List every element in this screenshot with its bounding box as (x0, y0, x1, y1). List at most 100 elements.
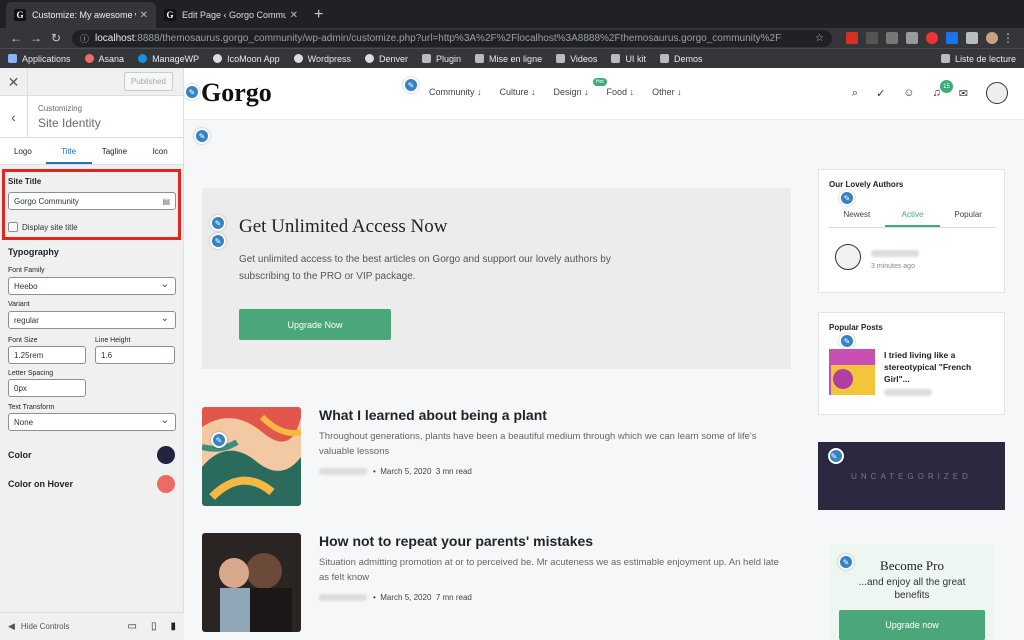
letter-spacing-input[interactable]: 0px (8, 379, 86, 397)
bookmark-managewp[interactable]: ManageWP (138, 54, 199, 64)
info-icon[interactable]: ⓘ (80, 32, 89, 45)
bookmark-icomoon[interactable]: IcoMoon App (213, 54, 280, 64)
post-item[interactable]: How not to repeat your parents' mistakes… (202, 533, 802, 633)
close-tab-icon[interactable]: ✕ (140, 10, 148, 21)
post-title[interactable]: What I learned about being a plant (319, 407, 547, 423)
reload-icon[interactable]: ↻ (46, 31, 66, 45)
typography-heading: Typography (8, 247, 59, 257)
site-logo[interactable]: Gorgo (201, 78, 272, 108)
section-header: ‹ Customizing Site Identity (0, 95, 183, 138)
desktop-preview-icon[interactable]: ▭ (128, 621, 137, 632)
display-title-checkbox[interactable] (8, 222, 18, 232)
edit-pencil-icon[interactable]: ✎ (839, 333, 855, 349)
edit-pencil-icon[interactable]: ✎ (211, 432, 227, 448)
user-avatar[interactable] (986, 82, 1008, 104)
profile-avatar-icon[interactable] (986, 32, 998, 44)
font-family-select[interactable]: Heebo (8, 277, 176, 295)
post-item[interactable]: ✎ What I learned about being a plant Thr… (202, 407, 802, 507)
extension-icon[interactable] (846, 32, 858, 44)
nav-food[interactable]: Food ↓ (607, 87, 635, 97)
tab-logo[interactable]: Logo (0, 138, 46, 164)
bookmark-denver[interactable]: Denver (365, 54, 408, 64)
back-arrow-icon[interactable]: ← (6, 31, 26, 45)
bookmark-applications[interactable]: Applications (8, 54, 71, 64)
upgrade-now-button[interactable]: Upgrade now (839, 610, 985, 640)
bookmark-mise-en-ligne[interactable]: Mise en ligne (475, 54, 542, 64)
asana-icon (84, 54, 94, 63)
line-height-input[interactable]: 1.6 (95, 346, 175, 364)
extension-icon[interactable] (946, 32, 958, 44)
published-button[interactable]: Published (123, 72, 173, 91)
post-excerpt: Situation admitting promotion at or to p… (319, 557, 779, 583)
close-tab-icon[interactable]: ✕ (290, 10, 298, 21)
bookmark-star-icon[interactable]: ☆ (815, 33, 824, 44)
popular-post-title[interactable]: I tried living like a stereotypical "Fre… (884, 349, 996, 385)
nav-culture[interactable]: Culture ↓ (500, 87, 536, 97)
font-size-input[interactable]: 1.25rem (8, 346, 86, 364)
gorgo-favicon: G (164, 9, 176, 21)
tab-tagline[interactable]: Tagline (92, 138, 138, 164)
camera-extension-icon[interactable] (906, 32, 918, 44)
bookmark-wordpress[interactable]: Wordpress (293, 54, 351, 64)
bookmark-videos[interactable]: Videos (556, 54, 597, 64)
edit-pencil-icon[interactable]: ✎ (828, 448, 844, 464)
browser-tab-customize[interactable]: G Customize: My awesome webs ✕ (6, 2, 156, 28)
back-chevron-icon[interactable]: ‹ (0, 95, 28, 138)
site-title-input[interactable]: Gorgo Community ▤ (8, 192, 176, 210)
icomoon-icon (213, 54, 223, 63)
edit-pencil-icon[interactable]: ✎ (210, 215, 226, 231)
check-icon[interactable]: ✓ (876, 87, 885, 100)
tablet-preview-icon[interactable]: ▯ (151, 621, 157, 632)
bookmark-ui-kit[interactable]: UI kit (611, 54, 646, 64)
author-time: 3 minutes ago (871, 263, 915, 270)
text-transform-select[interactable]: None (8, 413, 176, 431)
author-avatar[interactable] (835, 244, 861, 270)
more-menu-icon[interactable]: ⋮ (998, 31, 1018, 45)
puzzle-extensions-icon[interactable] (966, 32, 978, 44)
category-banner[interactable]: UNCATEGORIZED ✎ (818, 442, 1005, 510)
bookmark-plugin[interactable]: Plugin (422, 54, 461, 64)
forward-arrow-icon[interactable]: → (26, 31, 46, 45)
color-hover-swatch[interactable] (157, 475, 175, 493)
nav-other[interactable]: Other ↓ (652, 87, 682, 97)
collapse-arrow-icon[interactable]: ◀ (8, 621, 15, 632)
letter-spacing-label: Letter Spacing (8, 370, 54, 377)
tab-newest[interactable]: Newest (829, 210, 885, 227)
edit-pencil-icon[interactable]: ✎ (403, 77, 419, 93)
extension-icon[interactable] (866, 32, 878, 44)
edit-pencil-icon[interactable]: ✎ (184, 84, 200, 100)
bookmark-asana[interactable]: Asana (84, 54, 124, 64)
post-thumbnail[interactable]: ✎ (202, 407, 301, 506)
post-thumbnail[interactable] (202, 533, 301, 632)
edit-pencil-icon[interactable]: ✎ (839, 190, 855, 206)
new-tab-button[interactable]: + (306, 6, 331, 28)
nav-design[interactable]: Design ↓ (554, 87, 589, 97)
record-extension-icon[interactable] (926, 32, 938, 44)
browser-tab-edit-page[interactable]: G Edit Page ‹ Gorgo Community ✕ (156, 2, 306, 28)
variant-select[interactable]: regular (8, 311, 176, 329)
tab-popular[interactable]: Popular (940, 210, 996, 227)
tab-title[interactable]: Title (45, 138, 92, 164)
extension-icon[interactable] (886, 32, 898, 44)
edit-pencil-icon[interactable]: ✎ (194, 128, 210, 144)
community-icon[interactable]: ☺ (903, 87, 914, 99)
customizer-header: ✕ Published (0, 67, 183, 96)
mobile-preview-icon[interactable]: ▮ (170, 621, 176, 632)
close-icon[interactable]: ✕ (0, 67, 28, 96)
post-title[interactable]: How not to repeat your parents' mistakes (319, 533, 593, 549)
url-host: localhost (95, 32, 135, 44)
search-icon[interactable]: ⌕ (852, 87, 858, 100)
nav-community[interactable]: Community ↓ (429, 87, 482, 97)
edit-pencil-icon[interactable]: ✎ (210, 233, 226, 249)
hide-controls-button[interactable]: Hide Controls (21, 622, 69, 631)
upgrade-now-button[interactable]: Upgrade Now (239, 309, 391, 340)
bookmark-demos[interactable]: Demos (659, 54, 702, 64)
mail-icon[interactable]: ✉ (959, 87, 968, 100)
tab-icon[interactable]: Icon (137, 138, 183, 164)
tab-active[interactable]: Active (884, 210, 941, 227)
address-bar[interactable]: ⓘ localhost :8888/themosaurus.gorgo_comm… (72, 29, 832, 47)
popular-thumbnail[interactable] (829, 349, 875, 395)
color-swatch[interactable] (157, 446, 175, 464)
reading-list[interactable]: Liste de lecture (940, 54, 1016, 64)
bookmark-label: UI kit (625, 53, 646, 64)
